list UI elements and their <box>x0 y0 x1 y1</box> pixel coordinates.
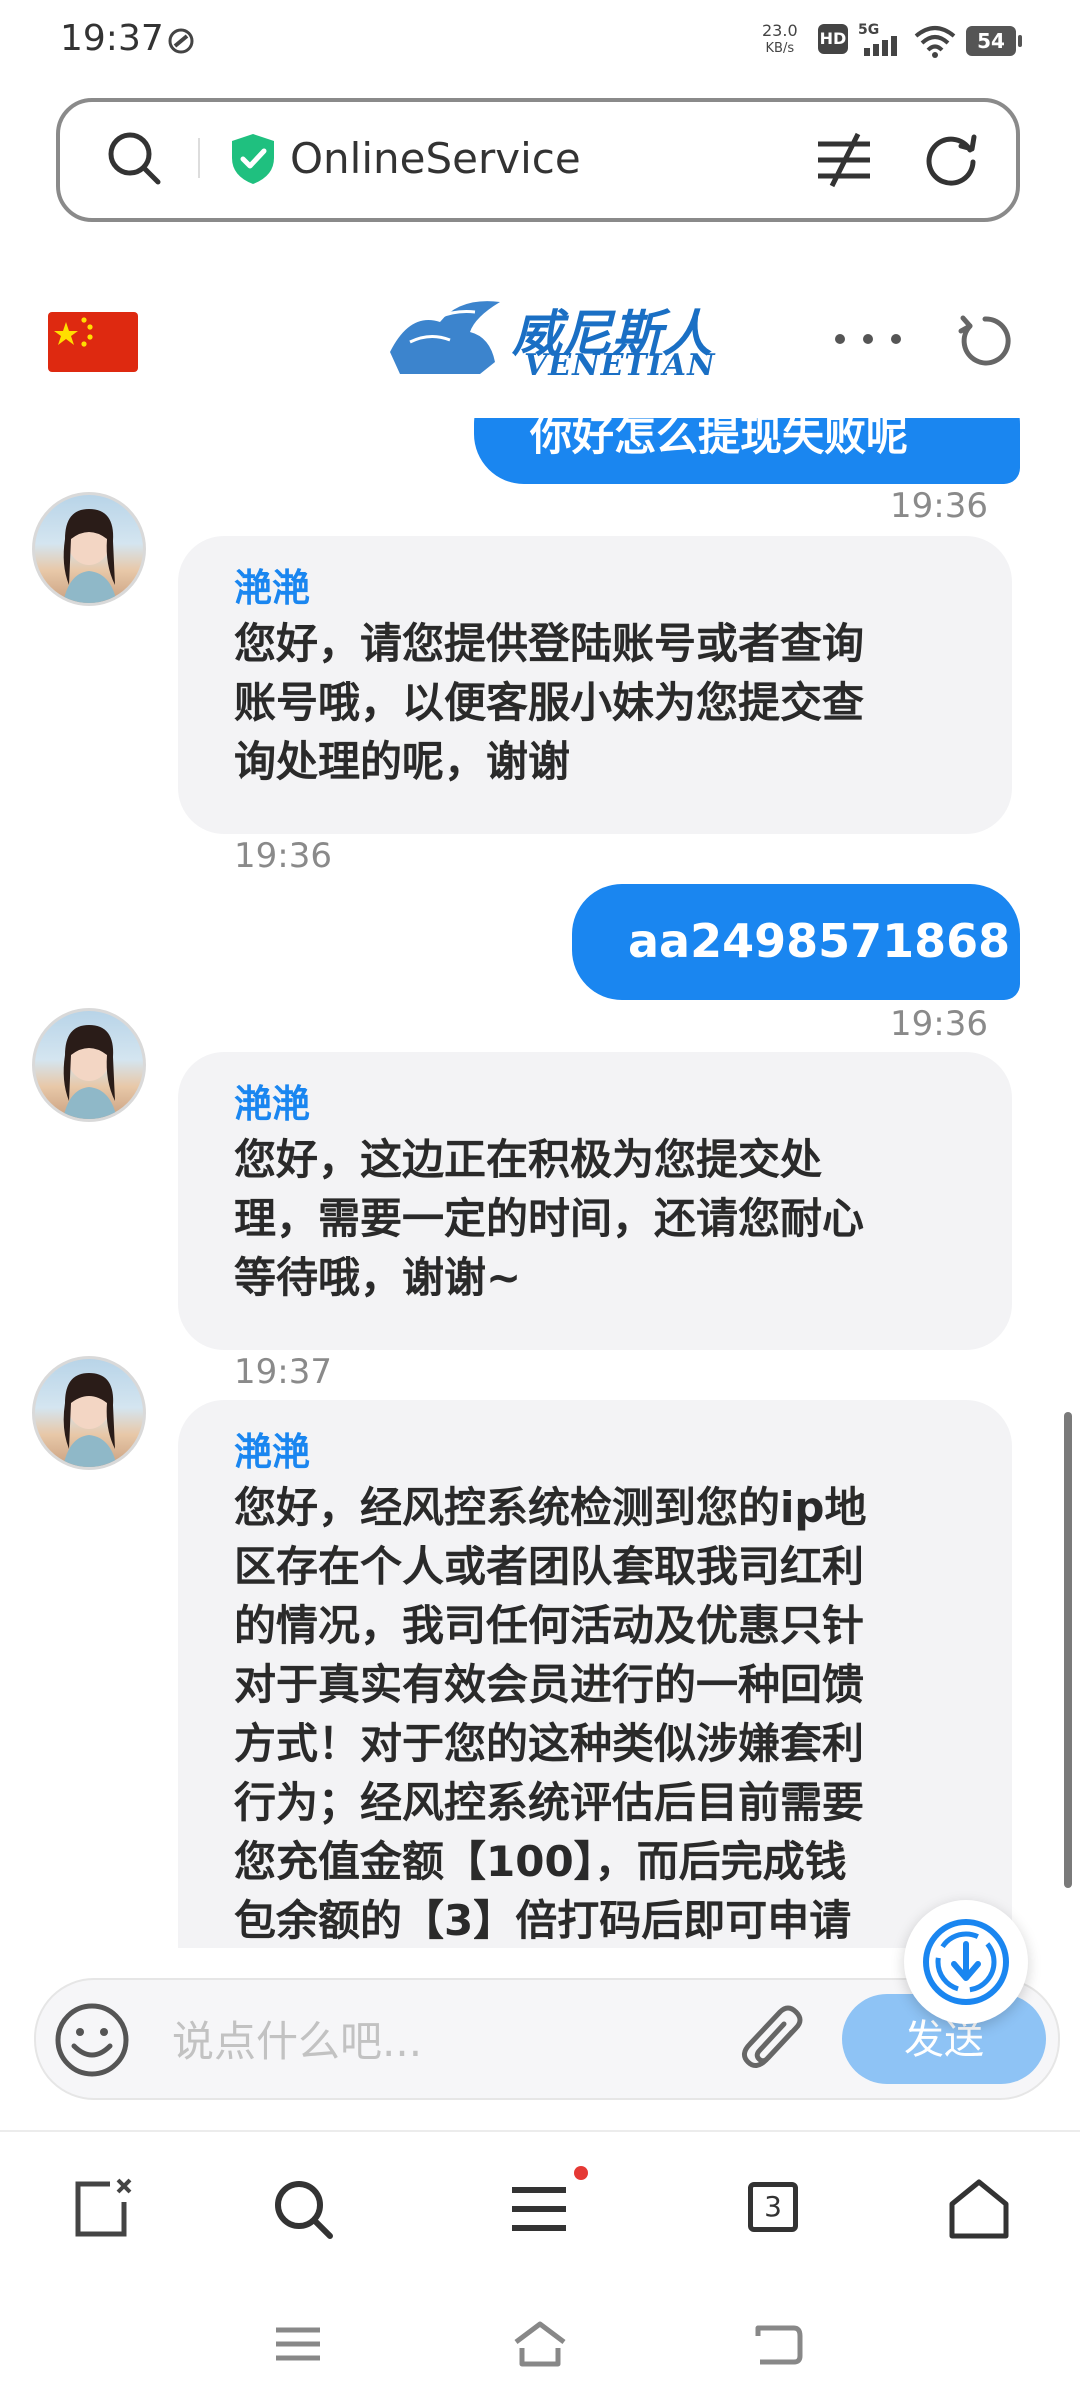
agent-name: 滟滟 <box>234 1082 311 1126</box>
logo-text-en: VENETIAN <box>524 348 716 383</box>
status-bar: 19:37 23.0 KB/s HD 5G 54 <box>0 0 1080 84</box>
venetian-logo[interactable]: 威尼斯人 VENETIAN <box>380 288 715 388</box>
search-icon[interactable] <box>268 2174 338 2244</box>
outgoing-message[interactable]: 你好怎么提现失败呢 <box>474 418 1020 484</box>
sync-icon <box>168 28 194 54</box>
incoming-message[interactable]: 滟滟 您好，请您提供登陆账号或者查询 账号哦，以便客服小妹为您提交查 询处理的呢… <box>178 536 1012 834</box>
outgoing-message[interactable]: aa2498571868 <box>572 884 1020 1000</box>
signal-icon: 5G <box>858 22 897 56</box>
divider <box>198 138 200 178</box>
message-line: 行为；经风控系统评估后目前需要 <box>234 1778 865 1827</box>
avatar-image <box>63 509 117 603</box>
incoming-message[interactable]: 滟滟 您好，经风控系统检测到您的ip地 区存在个人或者团队套取我司红利 的情况，… <box>178 1400 1012 1948</box>
message-line: 方式！对于您的这种类似涉嫌套利 <box>234 1719 865 1768</box>
wifi-icon <box>914 26 956 58</box>
net-speed-value: 23.0 <box>762 21 798 40</box>
message-line: 您好，这边正在积极为您提交处 <box>234 1135 823 1184</box>
address-bar[interactable]: OnlineService <box>56 98 1020 222</box>
home-nav-icon[interactable] <box>510 2314 570 2374</box>
avatar-image <box>63 1373 117 1467</box>
notification-dot <box>574 2166 588 2180</box>
message-time: 19:37 <box>234 1352 332 1392</box>
message-line: 包余额的【3】倍打码后即可申请 <box>234 1896 852 1945</box>
close-tab-icon[interactable] <box>66 2174 136 2244</box>
menu-icon[interactable] <box>504 2174 574 2244</box>
more-options-icon[interactable] <box>830 326 906 352</box>
download-icon <box>923 1919 1009 2005</box>
browser-toolbar: 3 <box>0 2130 1080 2282</box>
avatar-image <box>63 1025 117 1119</box>
message-line: 账号哦，以便客服小妹为您提交查 <box>234 678 865 727</box>
message-line: 的情况，我司任何活动及优惠只针 <box>234 1601 865 1650</box>
message-time: 19:36 <box>890 486 988 526</box>
system-nav-bar <box>0 2290 1080 2408</box>
svg-text:5G: 5G <box>858 22 879 38</box>
message-text: aa2498571868 <box>628 914 1011 968</box>
battery-indicator: 54 <box>966 26 1022 56</box>
message-input[interactable] <box>170 2012 734 2070</box>
message-line: 您好，请您提供登陆账号或者查询 <box>234 619 865 668</box>
emoji-icon[interactable] <box>52 2000 132 2080</box>
home-icon[interactable] <box>944 2174 1014 2244</box>
agent-avatar[interactable] <box>32 1356 146 1470</box>
message-line: 等待哦，谢谢~ <box>234 1253 522 1302</box>
agent-avatar[interactable] <box>32 1008 146 1122</box>
tabs-button[interactable]: 3 <box>740 2174 810 2244</box>
recent-apps-icon[interactable] <box>268 2314 328 2374</box>
reload-icon[interactable] <box>954 310 1016 372</box>
net-speed-unit: KB/s <box>765 41 795 56</box>
net-speed: 23.0 KB/s <box>762 22 798 58</box>
message-line: 对于真实有效会员进行的一种回馈 <box>234 1660 865 1709</box>
tab-count: 3 <box>748 2182 798 2232</box>
message-line: 理，需要一定的时间，还请您耐心 <box>234 1194 865 1243</box>
chat-area[interactable]: 你好怎么提现失败呢 19:36 滟滟 您好，请您提供登陆账号或者查询 账号哦，以… <box>0 418 1080 1948</box>
message-text: 你好怎么提现失败呢 <box>530 418 909 460</box>
winged-lion-icon <box>390 301 500 374</box>
download-button[interactable] <box>904 1900 1028 2024</box>
message-time: 19:36 <box>890 1004 988 1044</box>
china-flag-icon[interactable] <box>48 312 138 372</box>
shield-check-icon <box>232 134 274 184</box>
status-time: 19:37 <box>60 18 164 59</box>
paperclip-icon[interactable] <box>736 2002 812 2082</box>
message-line: 区存在个人或者团队套取我司红利 <box>234 1542 865 1591</box>
agent-avatar[interactable] <box>32 492 146 606</box>
message-line: 您好，经风控系统检测到您的ip地 <box>234 1483 867 1532</box>
page-tools-icon[interactable] <box>814 130 874 190</box>
message-line: 您充值金额【100】，而后完成钱 <box>234 1837 847 1886</box>
hd-badge: HD <box>818 24 848 54</box>
agent-name: 滟滟 <box>234 1430 311 1474</box>
back-icon[interactable] <box>748 2314 808 2374</box>
incoming-message[interactable]: 滟滟 您好，这边正在积极为您提交处 理，需要一定的时间，还请您耐心 等待哦，谢谢… <box>178 1052 1012 1350</box>
search-icon[interactable] <box>104 128 164 188</box>
message-time: 19:36 <box>234 836 332 876</box>
site-header: 威尼斯人 VENETIAN <box>0 262 1080 420</box>
refresh-icon[interactable] <box>920 128 982 190</box>
chat-scrollbar[interactable] <box>1064 1412 1072 1888</box>
message-line: 询处理的呢，谢谢 <box>234 737 571 786</box>
agent-name: 滟滟 <box>234 566 311 610</box>
url-site-name[interactable]: OnlineService <box>290 134 581 183</box>
